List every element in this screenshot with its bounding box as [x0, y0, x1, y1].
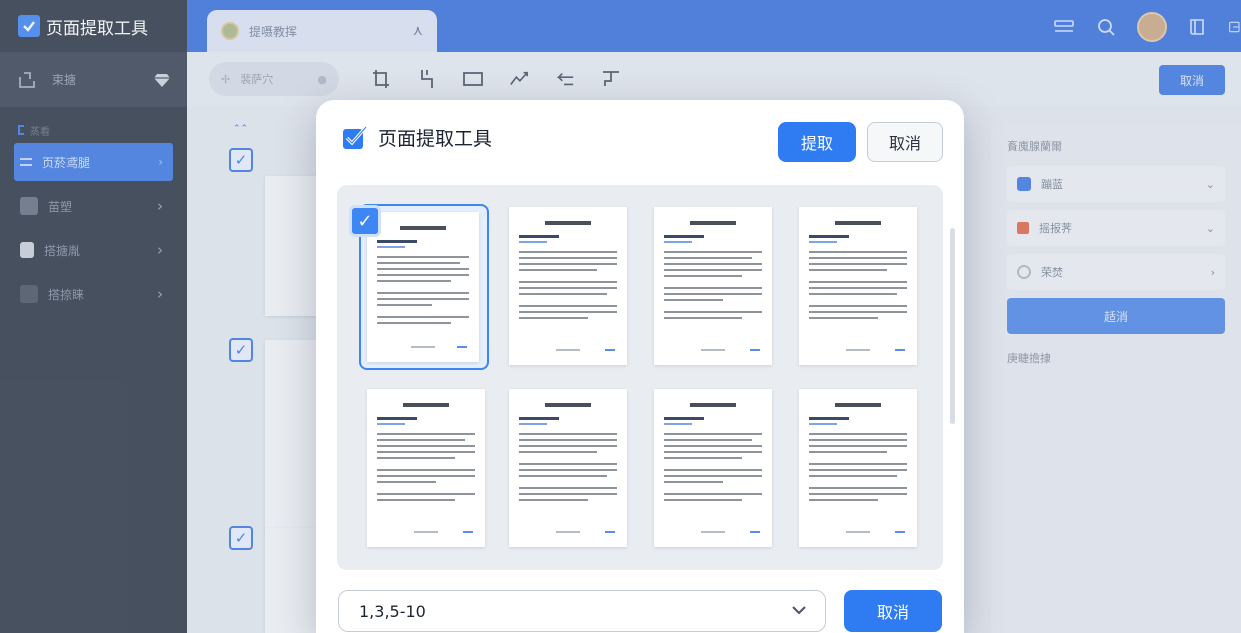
page-thumbnail[interactable] [654, 389, 772, 547]
bottom-cancel-button[interactable]: 取消 [844, 590, 942, 632]
page-extract-dialog: 页面提取工具 提取 取消 ✓ 1,3,5-10 取消 [316, 100, 964, 633]
page-thumbnail[interactable] [799, 389, 917, 547]
page-thumbnail[interactable] [509, 389, 627, 547]
page-thumbnail[interactable] [799, 207, 917, 365]
page-thumbnail[interactable] [509, 207, 627, 365]
check-icon[interactable]: ✓ [349, 205, 381, 237]
checkbox-logo-icon [343, 125, 368, 149]
page-thumbnail[interactable] [367, 389, 485, 547]
page-range-input[interactable]: 1,3,5-10 [338, 590, 826, 632]
dialog-header: 页面提取工具 [342, 124, 492, 151]
scrollbar[interactable] [950, 228, 955, 424]
page-thumbnail[interactable] [367, 212, 479, 362]
page-thumbnail[interactable] [654, 207, 772, 365]
chevron-down-icon[interactable] [791, 603, 807, 619]
extract-button[interactable]: 提取 [778, 122, 856, 162]
dialog-cancel-button[interactable]: 取消 [867, 122, 943, 162]
page-thumbnail-grid: ✓ [337, 185, 943, 570]
dialog-title: 页面提取工具 [378, 128, 493, 150]
page-range-value: 1,3,5-10 [359, 601, 426, 621]
